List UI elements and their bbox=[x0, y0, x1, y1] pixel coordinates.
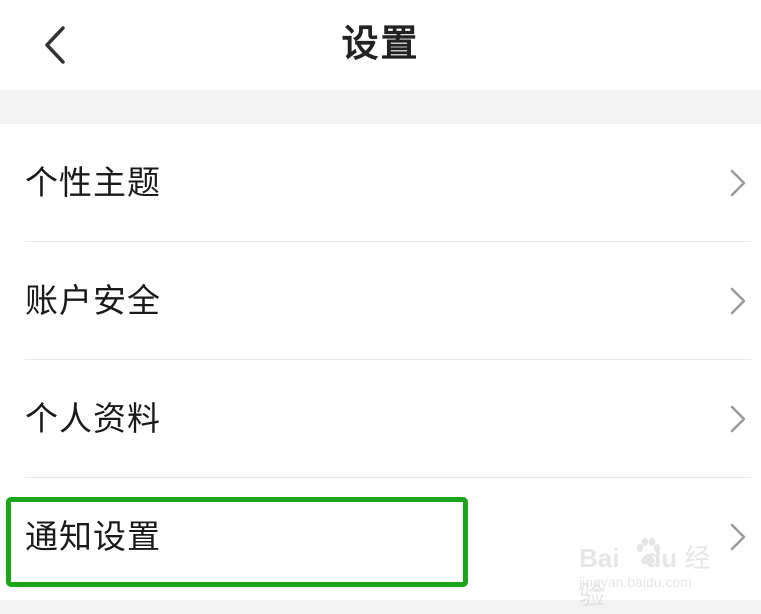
chevron-left-icon bbox=[45, 26, 65, 64]
navigation-bar: 设置 bbox=[0, 0, 761, 90]
settings-item-account-security[interactable]: 账户安全 bbox=[0, 242, 761, 360]
settings-item-profile[interactable]: 个人资料 bbox=[0, 360, 761, 478]
settings-item-notifications[interactable]: 通知设置 bbox=[0, 478, 761, 596]
chevron-right-icon bbox=[730, 287, 746, 315]
settings-item-label: 账户安全 bbox=[25, 281, 161, 320]
section-gap bbox=[0, 90, 761, 124]
settings-item-label: 通知设置 bbox=[25, 517, 161, 556]
back-button[interactable] bbox=[30, 20, 80, 70]
settings-item-theme[interactable]: 个性主题 bbox=[0, 124, 761, 242]
bottom-gap bbox=[0, 600, 761, 614]
settings-list: 个性主题 账户安全 个人资料 通知设置 bbox=[0, 124, 761, 600]
chevron-right-icon bbox=[730, 169, 746, 197]
chevron-right-icon bbox=[730, 405, 746, 433]
chevron-right-icon bbox=[730, 523, 746, 551]
settings-item-label: 个人资料 bbox=[25, 399, 161, 438]
page-title: 设置 bbox=[341, 22, 420, 65]
settings-item-label: 个性主题 bbox=[25, 163, 161, 202]
